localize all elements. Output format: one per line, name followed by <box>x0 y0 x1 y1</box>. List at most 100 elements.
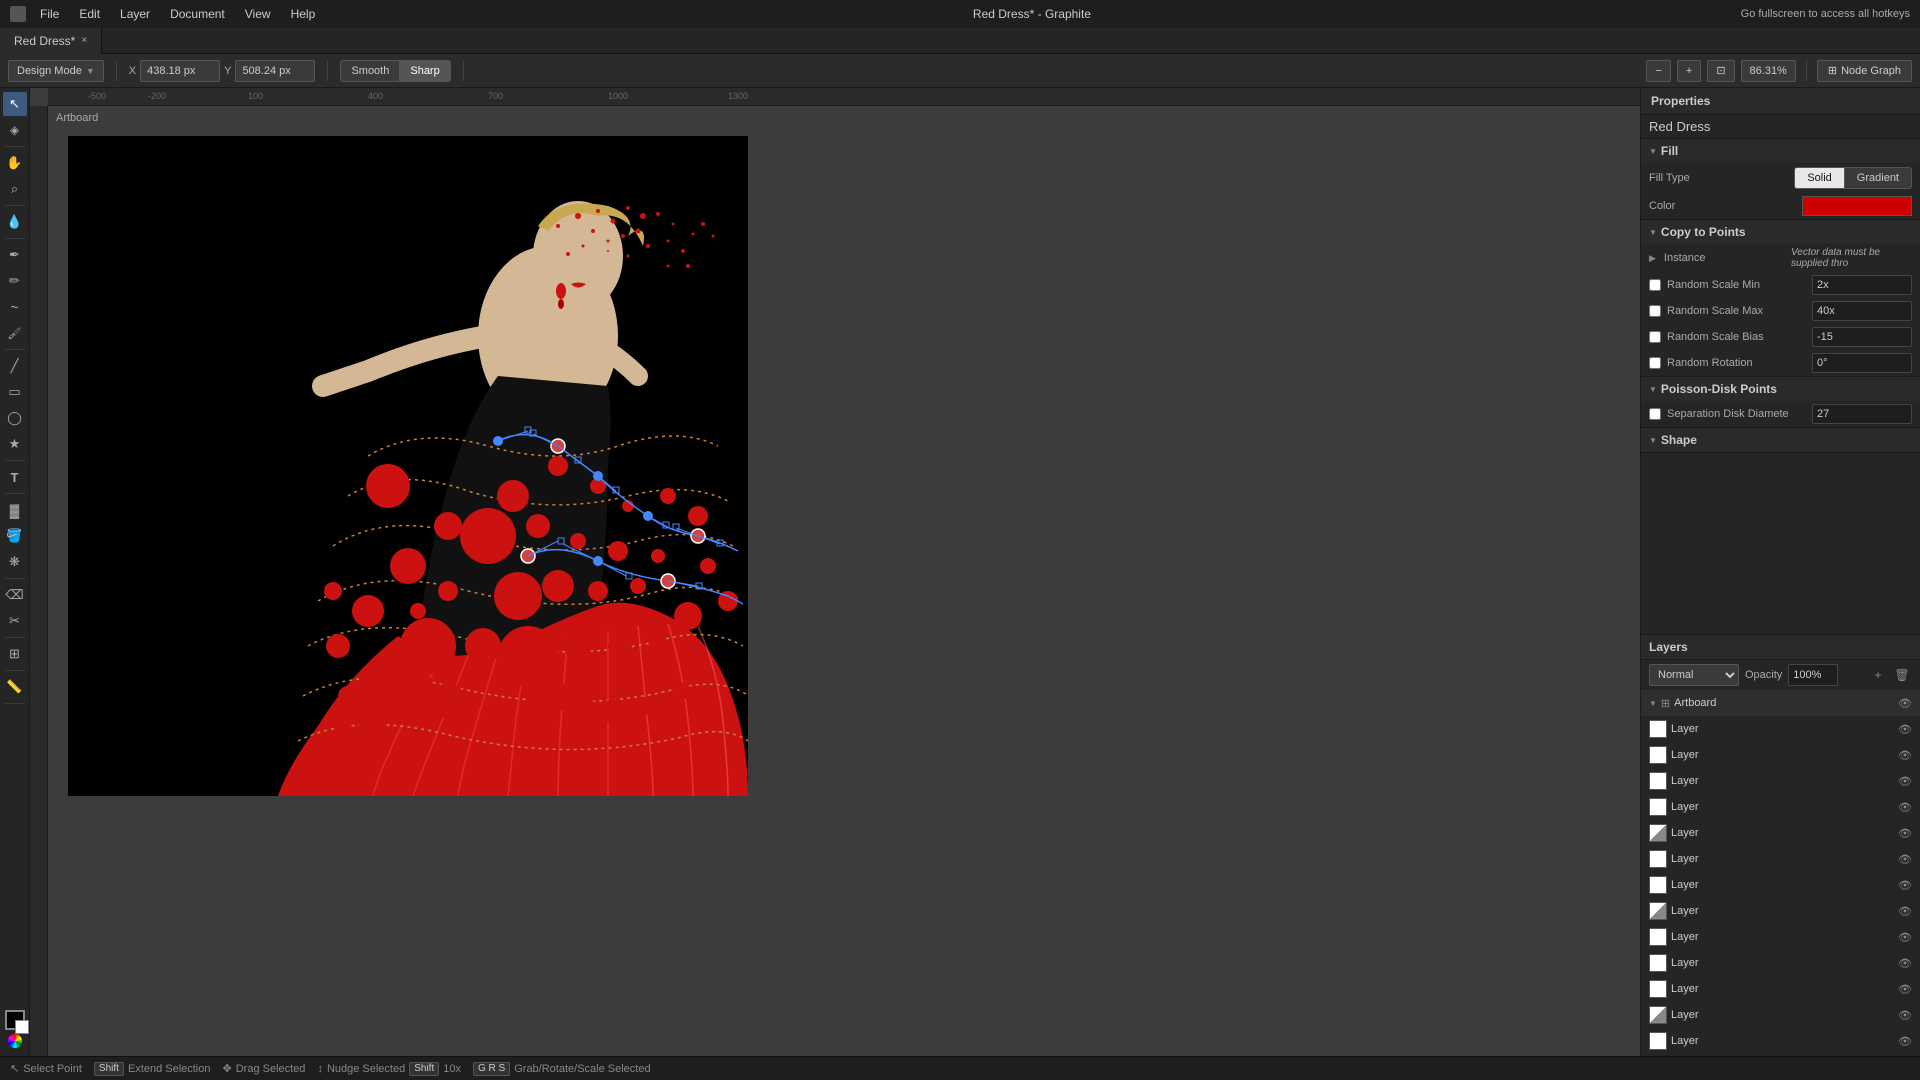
delete-layer-button[interactable]: 🗑 <box>1892 665 1912 685</box>
color-stroke-box[interactable] <box>15 1020 29 1034</box>
random-scale-max-input[interactable] <box>1812 301 1912 321</box>
layer-visibility-button[interactable] <box>1898 1034 1912 1048</box>
menu-edit[interactable]: Edit <box>71 5 108 23</box>
color-fill-box[interactable] <box>5 1010 25 1030</box>
tool-measure[interactable]: 📏 <box>3 675 27 699</box>
tool-eyedrop[interactable]: 💧 <box>3 210 27 234</box>
layer-visibility-button[interactable] <box>1898 904 1912 918</box>
layer-visibility-button[interactable] <box>1898 956 1912 970</box>
artboard-name: Artboard <box>1674 697 1894 709</box>
layer-visibility-button[interactable] <box>1898 774 1912 788</box>
fill-color-swatch[interactable] <box>1802 196 1912 216</box>
separation-disk-input[interactable] <box>1812 404 1912 424</box>
eyedrop-icon: 💧 <box>6 214 22 230</box>
menu-document[interactable]: Document <box>162 5 233 23</box>
artboard[interactable] <box>68 136 748 796</box>
zoom-fit-button[interactable]: ⊡ <box>1707 60 1734 82</box>
random-scale-max-checkbox[interactable] <box>1649 305 1661 317</box>
random-rotation-checkbox[interactable] <box>1649 357 1661 369</box>
layer-item[interactable]: Layer <box>1641 898 1920 924</box>
y-input[interactable] <box>235 60 315 82</box>
random-scale-bias-input[interactable] <box>1812 327 1912 347</box>
canvas-content[interactable]: Artboard <box>48 106 1640 1056</box>
poisson-section-header[interactable]: Poisson-Disk Points <box>1641 377 1920 401</box>
menu-file[interactable]: File <box>32 5 67 23</box>
smooth-button[interactable]: Smooth <box>340 60 399 82</box>
tab-label: Red Dress* <box>14 34 75 48</box>
layer-item[interactable]: Layer <box>1641 794 1920 820</box>
zoom-out-button[interactable]: − <box>1646 60 1670 82</box>
menu-view[interactable]: View <box>237 5 279 23</box>
shape-section-header[interactable]: Shape <box>1641 428 1920 452</box>
tool-hand[interactable]: ✋ <box>3 151 27 175</box>
separation-disk-checkbox[interactable] <box>1649 408 1661 420</box>
layer-item[interactable]: Layer <box>1641 1002 1920 1028</box>
tab-close-button[interactable]: × <box>81 35 87 46</box>
tool-pen[interactable]: ✒ <box>3 243 27 267</box>
layer-item[interactable]: Layer <box>1641 1028 1920 1054</box>
sharp-button[interactable]: Sharp <box>399 60 450 82</box>
layer-visibility-button[interactable] <box>1898 800 1912 814</box>
layer-item[interactable]: Layer <box>1641 950 1920 976</box>
layer-item[interactable]: Layer <box>1641 976 1920 1002</box>
fill-gradient-button[interactable]: Gradient <box>1845 167 1912 189</box>
artboard-row[interactable]: ⊞ Artboard <box>1641 690 1920 716</box>
layer-item[interactable]: Layer <box>1641 768 1920 794</box>
tool-spiro[interactable]: ~ <box>3 295 27 319</box>
tool-mesh[interactable]: ⊞ <box>3 642 27 666</box>
tool-ellipse[interactable]: ◯ <box>3 406 27 430</box>
tool-text[interactable]: T <box>3 465 27 489</box>
tool-select[interactable] <box>3 92 27 116</box>
layer-visibility-button[interactable] <box>1898 722 1912 736</box>
node-graph-button[interactable]: ⊞ Node Graph <box>1817 60 1912 82</box>
layer-item[interactable]: Layer <box>1641 924 1920 950</box>
tool-eraser[interactable]: ⌫ <box>3 583 27 607</box>
canvas-area[interactable]: -500 -200 100 400 700 1000 1300 Artboard <box>30 88 1640 1056</box>
layer-item[interactable]: Layer <box>1641 820 1920 846</box>
layer-visibility-button[interactable] <box>1898 1008 1912 1022</box>
menu-help[interactable]: Help <box>283 5 324 23</box>
random-scale-bias-checkbox[interactable] <box>1649 331 1661 343</box>
layer-item[interactable]: Layer <box>1641 742 1920 768</box>
layer-visibility-button[interactable] <box>1898 930 1912 944</box>
random-rotation-input[interactable] <box>1812 353 1912 373</box>
tool-gradient[interactable]: ▓ <box>3 498 27 522</box>
layer-visibility-button[interactable] <box>1898 878 1912 892</box>
copy-to-points-header[interactable]: Copy to Points <box>1641 220 1920 244</box>
tool-zoom[interactable] <box>3 177 27 201</box>
ruler-mark-1: -200 <box>148 91 166 101</box>
tool-spray[interactable]: ❋ <box>3 550 27 574</box>
layer-visibility-button[interactable] <box>1898 826 1912 840</box>
x-input[interactable] <box>140 60 220 82</box>
add-layer-button[interactable]: + <box>1868 665 1888 685</box>
tool-pencil[interactable]: ✏ <box>3 269 27 293</box>
layer-visibility-button[interactable] <box>1898 748 1912 762</box>
layer-item[interactable]: Layer <box>1641 846 1920 872</box>
tool-line[interactable]: ╱ <box>3 354 27 378</box>
tool-rect[interactable]: ▭ <box>3 380 27 404</box>
design-mode-dropdown[interactable]: Design Mode ▼ <box>8 60 104 82</box>
random-scale-min-input[interactable] <box>1812 275 1912 295</box>
tool-brush[interactable]: 🖌 <box>3 321 27 345</box>
tab-red-dress[interactable]: Red Dress* × <box>0 28 102 54</box>
menu-layer[interactable]: Layer <box>112 5 158 23</box>
fill-solid-button[interactable]: Solid <box>1794 167 1844 189</box>
tool-star[interactable]: ★ <box>3 432 27 456</box>
shape-chevron-icon <box>1649 435 1657 445</box>
color-wheel-icon[interactable] <box>8 1034 22 1048</box>
layer-visibility-button[interactable] <box>1898 982 1912 996</box>
tool-node-edit[interactable]: ◈ <box>3 118 27 142</box>
layer-item[interactable]: Layer <box>1641 872 1920 898</box>
opacity-input[interactable] <box>1788 664 1838 686</box>
blend-mode-select[interactable]: Normal <box>1649 664 1739 686</box>
zoom-in-button[interactable]: + <box>1677 60 1701 82</box>
tool-knife[interactable]: ✂ <box>3 609 27 633</box>
random-scale-min-checkbox[interactable] <box>1649 279 1661 291</box>
layer-visibility-button[interactable] <box>1898 852 1912 866</box>
artboard-visibility-button[interactable] <box>1898 696 1912 710</box>
fill-section-header[interactable]: Fill <box>1641 139 1920 163</box>
layer-item[interactable]: Layer <box>1641 716 1920 742</box>
tool-paint-bucket[interactable]: 🪣 <box>3 524 27 548</box>
app-icon <box>10 6 26 22</box>
properties-content: Fill Fill Type Solid Gradient Color <box>1641 139 1920 634</box>
